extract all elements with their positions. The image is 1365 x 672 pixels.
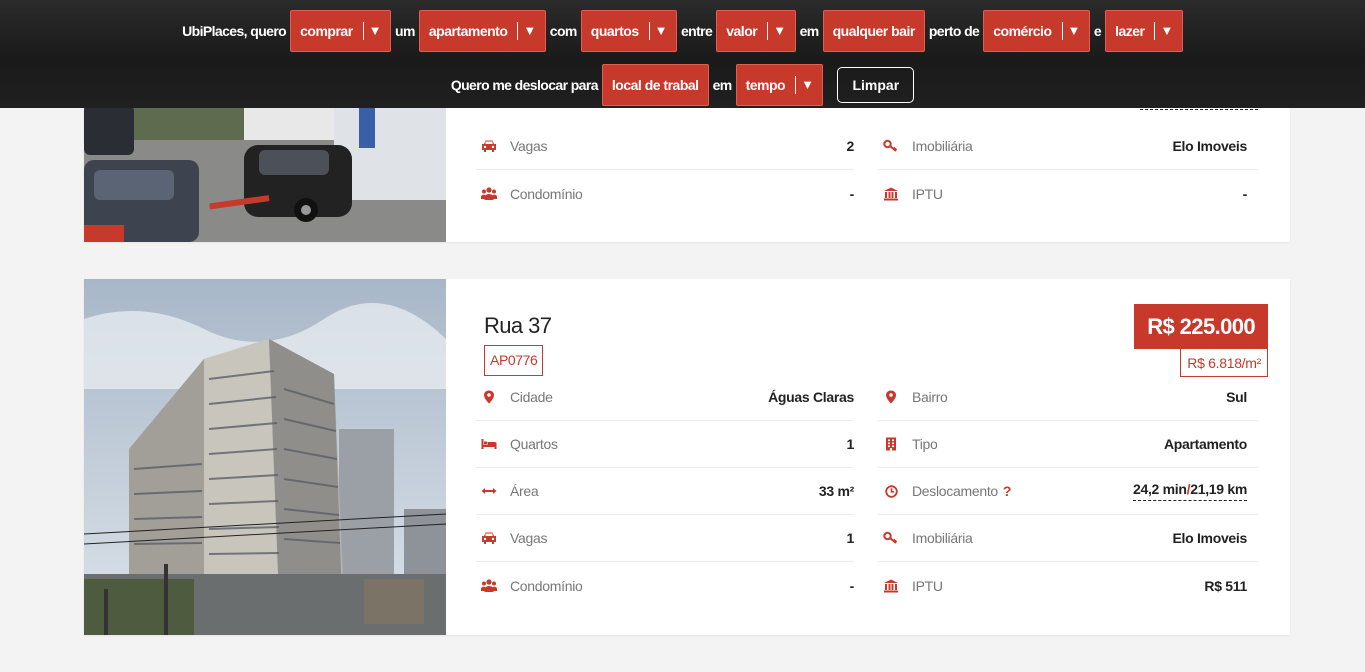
commute-time-select[interactable]: tempo ▼	[735, 64, 824, 106]
detail-row-bairro: Bairro Sul	[878, 374, 1258, 421]
nearby-select[interactable]: comércio ▼	[983, 10, 1090, 52]
listing-price-per-m2: R$ 6.818/m²	[1180, 349, 1268, 377]
car-icon	[478, 139, 500, 153]
connector-label: perto de	[928, 23, 980, 39]
listing-card[interactable]: Rua 37 AP0776 R$ 225.000 R$ 6.818/m² Cid…	[84, 279, 1290, 635]
map-pin-icon	[478, 390, 500, 404]
listing-info: Rua 37 AP0776 R$ 225.000 R$ 6.818/m² Cid…	[446, 279, 1290, 635]
chevron-down-icon: ▼	[1061, 22, 1080, 40]
neighborhood-input[interactable]: qualquer bair	[822, 10, 925, 52]
listing-code-badge: AP0776	[484, 345, 544, 376]
arrows-h-icon	[478, 486, 500, 496]
connector-label: em	[799, 23, 820, 39]
chevron-down-icon: ▼	[648, 22, 667, 40]
search-sentence-bar: UbiPlaces, quero comprar ▼ um apartamento…	[0, 0, 1365, 108]
key-icon	[880, 531, 902, 545]
key-icon	[880, 139, 902, 153]
chevron-down-icon: ▼	[362, 22, 382, 40]
search-row-2: Quero me deslocar para local de trabal e…	[0, 64, 1365, 106]
detail-row-condominio: Condomínio -	[476, 562, 854, 609]
action-select[interactable]: comprar ▼	[290, 10, 392, 52]
rooms-select[interactable]: quartos ▼	[580, 10, 677, 52]
detail-row-condominio: Condomínio -	[476, 170, 854, 217]
chevron-down-icon: ▼	[1154, 22, 1173, 40]
clear-button[interactable]: Limpar	[837, 67, 915, 103]
commute-value[interactable]: 24,2 min/21,19 km	[1133, 481, 1247, 501]
help-question-icon[interactable]: ?	[1003, 483, 1012, 499]
detail-row-area: Área 33 m²	[476, 468, 854, 515]
detail-row-vagas: Vagas 2	[476, 123, 854, 170]
detail-row-quartos: Quartos 1	[476, 421, 854, 468]
connector-label: um	[395, 23, 415, 39]
connector-label: com	[549, 23, 578, 39]
listing-title[interactable]: Rua 37	[484, 313, 552, 339]
leisure-select[interactable]: lazer ▼	[1105, 10, 1183, 52]
listing-details-right: Imobiliária Elo Imoveis IPTU -	[878, 123, 1258, 217]
bank-icon	[880, 187, 902, 201]
detail-row-vagas: Vagas 1	[476, 515, 854, 562]
listing-price: R$ 225.000	[1134, 304, 1268, 349]
building-icon	[880, 437, 902, 451]
detail-row-iptu: IPTU -	[878, 170, 1258, 217]
search-intro-label: UbiPlaces, quero	[182, 23, 287, 39]
listing-details-left: Cidade Águas Claras Quartos 1 Área 33 m²…	[476, 374, 854, 609]
connector-label: e	[1093, 23, 1102, 39]
detail-row-iptu: IPTU R$ 511	[878, 562, 1258, 609]
car-icon	[478, 531, 500, 545]
listing-details-left: Vagas 2 Condomínio -	[476, 123, 854, 217]
chevron-down-icon: ▼	[517, 22, 536, 40]
destination-input[interactable]: local de trabal	[601, 64, 709, 106]
listing-photo[interactable]	[84, 279, 446, 635]
bed-icon	[478, 438, 500, 450]
detail-row-deslocamento: Deslocamento ? 24,2 min/21,19 km	[878, 468, 1258, 515]
connector-label: em	[712, 77, 733, 93]
bank-icon	[880, 579, 902, 593]
detail-row-imobiliaria: Imobiliária Elo Imoveis	[878, 515, 1258, 562]
listing-details-right: Bairro Sul Tipo Apartamento Deslocamento…	[878, 374, 1258, 609]
property-type-select[interactable]: apartamento ▼	[418, 10, 546, 52]
chevron-down-icon: ▼	[795, 76, 814, 94]
commute-intro-label: Quero me deslocar para	[450, 77, 599, 93]
commute-value-underline	[1140, 109, 1258, 110]
map-pin-icon	[880, 390, 902, 404]
price-select[interactable]: valor ▼	[716, 10, 796, 52]
users-icon	[478, 186, 500, 201]
chevron-down-icon: ▼	[767, 22, 786, 40]
detail-row-cidade: Cidade Águas Claras	[476, 374, 854, 421]
users-icon	[478, 578, 500, 593]
search-row-1: UbiPlaces, quero comprar ▼ um apartamento…	[0, 10, 1365, 52]
connector-label: entre	[680, 23, 713, 39]
detail-row-tipo: Tipo Apartamento	[878, 421, 1258, 468]
detail-row-imobiliaria: Imobiliária Elo Imoveis	[878, 123, 1258, 170]
clock-icon	[880, 484, 902, 498]
